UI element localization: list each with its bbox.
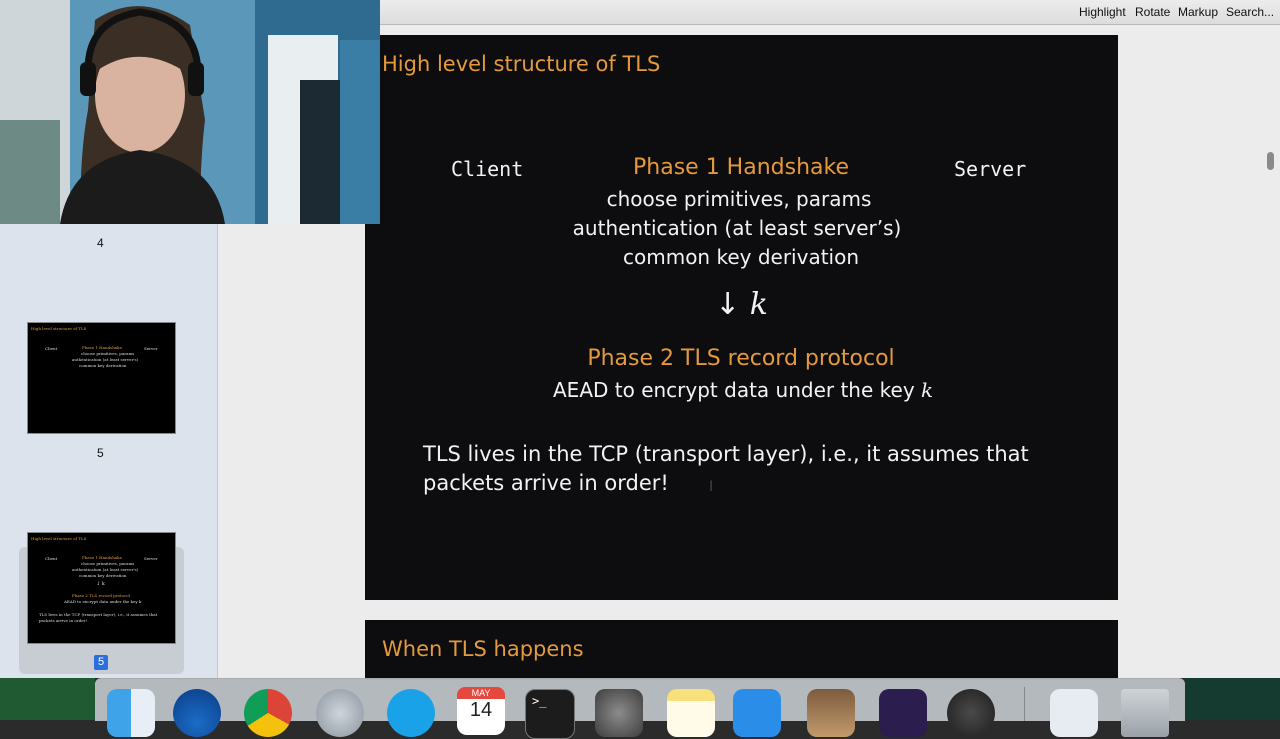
skype-icon[interactable] [387,689,435,737]
preview-icon[interactable] [807,689,855,737]
chrome-icon[interactable] [244,689,292,737]
presenter-video-frame [0,0,380,224]
pdf-page-6: When TLS happens [365,620,1118,680]
quicktime-icon[interactable] [947,689,995,737]
down-arrow: ↓ k [715,287,768,322]
text-cursor-icon: Ι [709,479,714,495]
trash-icon[interactable] [1121,689,1169,737]
slide-title: High level structure of TLS [382,52,661,76]
tcp-line: packets arrive in order! [423,471,669,495]
page-thumbnail[interactable]: High level structure of TLS Client Phase… [27,322,176,434]
thunderbird-icon[interactable] [173,689,221,737]
current-page-badge: 5 [94,655,108,670]
aead-line: AEAD to encrypt data under the key k [553,378,934,402]
phase1-line: common key derivation [622,245,860,269]
server-label: Server [954,157,1027,181]
dock: MAY 14 >_ [95,678,1185,739]
system-preferences-icon[interactable] [595,689,643,737]
terminal-prompt: >_ [532,694,547,708]
xcode-icon[interactable] [733,689,781,737]
calendar-month: MAY [457,687,505,699]
dock-divider [1024,687,1025,721]
webcam-video [0,0,380,224]
phase2-heading: Phase 2 TLS record protocol [587,346,895,371]
desktop-background [0,678,95,720]
client-label: Client [451,157,524,181]
markup-button[interactable]: Markup [1178,5,1218,19]
scrollbar-thumb[interactable] [1267,152,1274,170]
terminal-icon[interactable]: >_ [525,689,575,739]
launchpad-icon[interactable] [316,689,364,737]
search-field[interactable]: Search... [1226,5,1274,19]
page-thumbnail-selected[interactable]: High level structure of TLS Client Phase… [27,532,176,644]
calendar-icon[interactable]: MAY 14 [457,687,505,735]
pdf-page-5: High level structure of TLS Client Serve… [365,35,1118,600]
notes-icon[interactable] [667,689,715,737]
page-number: 5 [97,446,104,460]
finder-icon[interactable] [107,689,155,737]
desktop-background [1185,678,1280,720]
downloads-icon[interactable] [1050,689,1098,737]
phase1-line: choose primitives, params [606,187,872,211]
page-number: 4 [97,236,104,250]
slide-title: When TLS happens [382,637,584,661]
phase1-heading: Phase 1 Handshake [633,155,849,180]
rotate-button[interactable]: Rotate [1135,5,1170,19]
tcp-line: TLS lives in the TCP (transport layer), … [423,442,1029,466]
calendar-day: 14 [469,699,493,721]
app-icon[interactable] [879,689,927,737]
highlight-button[interactable]: Highlight [1079,5,1126,19]
phase1-line: authentication (at least server’s) [572,216,902,240]
